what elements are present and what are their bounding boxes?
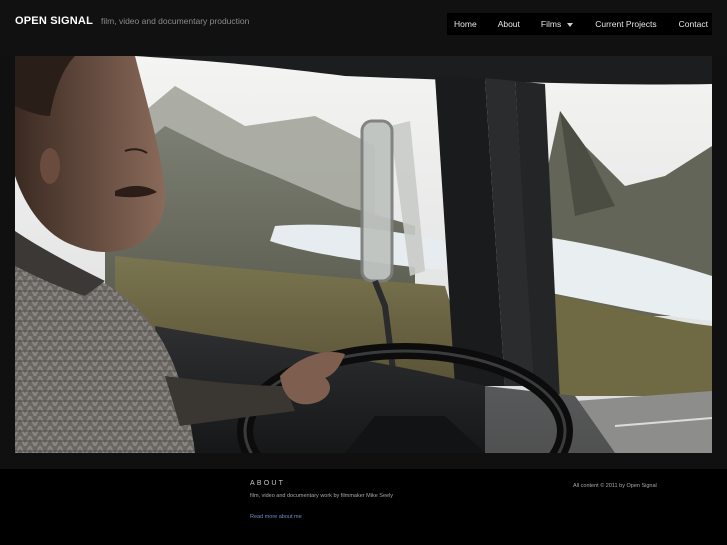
nav-item-home[interactable]: Home — [454, 19, 477, 29]
site-header: OPEN SIGNAL film, video and documentary … — [0, 0, 727, 56]
hero-image — [15, 56, 712, 453]
main-nav: Home About Films Current Projects Contac… — [447, 13, 712, 35]
nav-item-label: Home — [454, 19, 477, 29]
nav-item-contact[interactable]: Contact — [679, 19, 708, 29]
footer-copyright: All content © 2011 by Open Signal — [573, 483, 657, 489]
nav-item-label: About — [497, 19, 520, 29]
nav-item-films[interactable]: Films — [540, 19, 574, 29]
nav-item-label: Contact — [678, 19, 708, 29]
site-footer: ABOUT film, video and documentary work b… — [0, 469, 727, 545]
nav-item-current-projects[interactable]: Current Projects — [595, 19, 656, 29]
nav-item-label: Films — [540, 19, 562, 29]
footer-about-text: film, video and documentary work by film… — [250, 493, 394, 499]
site-tagline: film, video and documentary production — [101, 16, 250, 26]
chevron-down-icon — [567, 22, 574, 27]
nav-item-about[interactable]: About — [498, 19, 520, 29]
read-more-link[interactable]: Read more about me — [250, 514, 302, 520]
hero-photo-illustration — [15, 56, 712, 453]
footer-about-heading: ABOUT — [250, 480, 286, 487]
site-title[interactable]: OPEN SIGNAL — [15, 15, 93, 27]
nav-item-label: Current Projects — [595, 19, 657, 29]
page: OPEN SIGNAL film, video and documentary … — [0, 0, 727, 545]
